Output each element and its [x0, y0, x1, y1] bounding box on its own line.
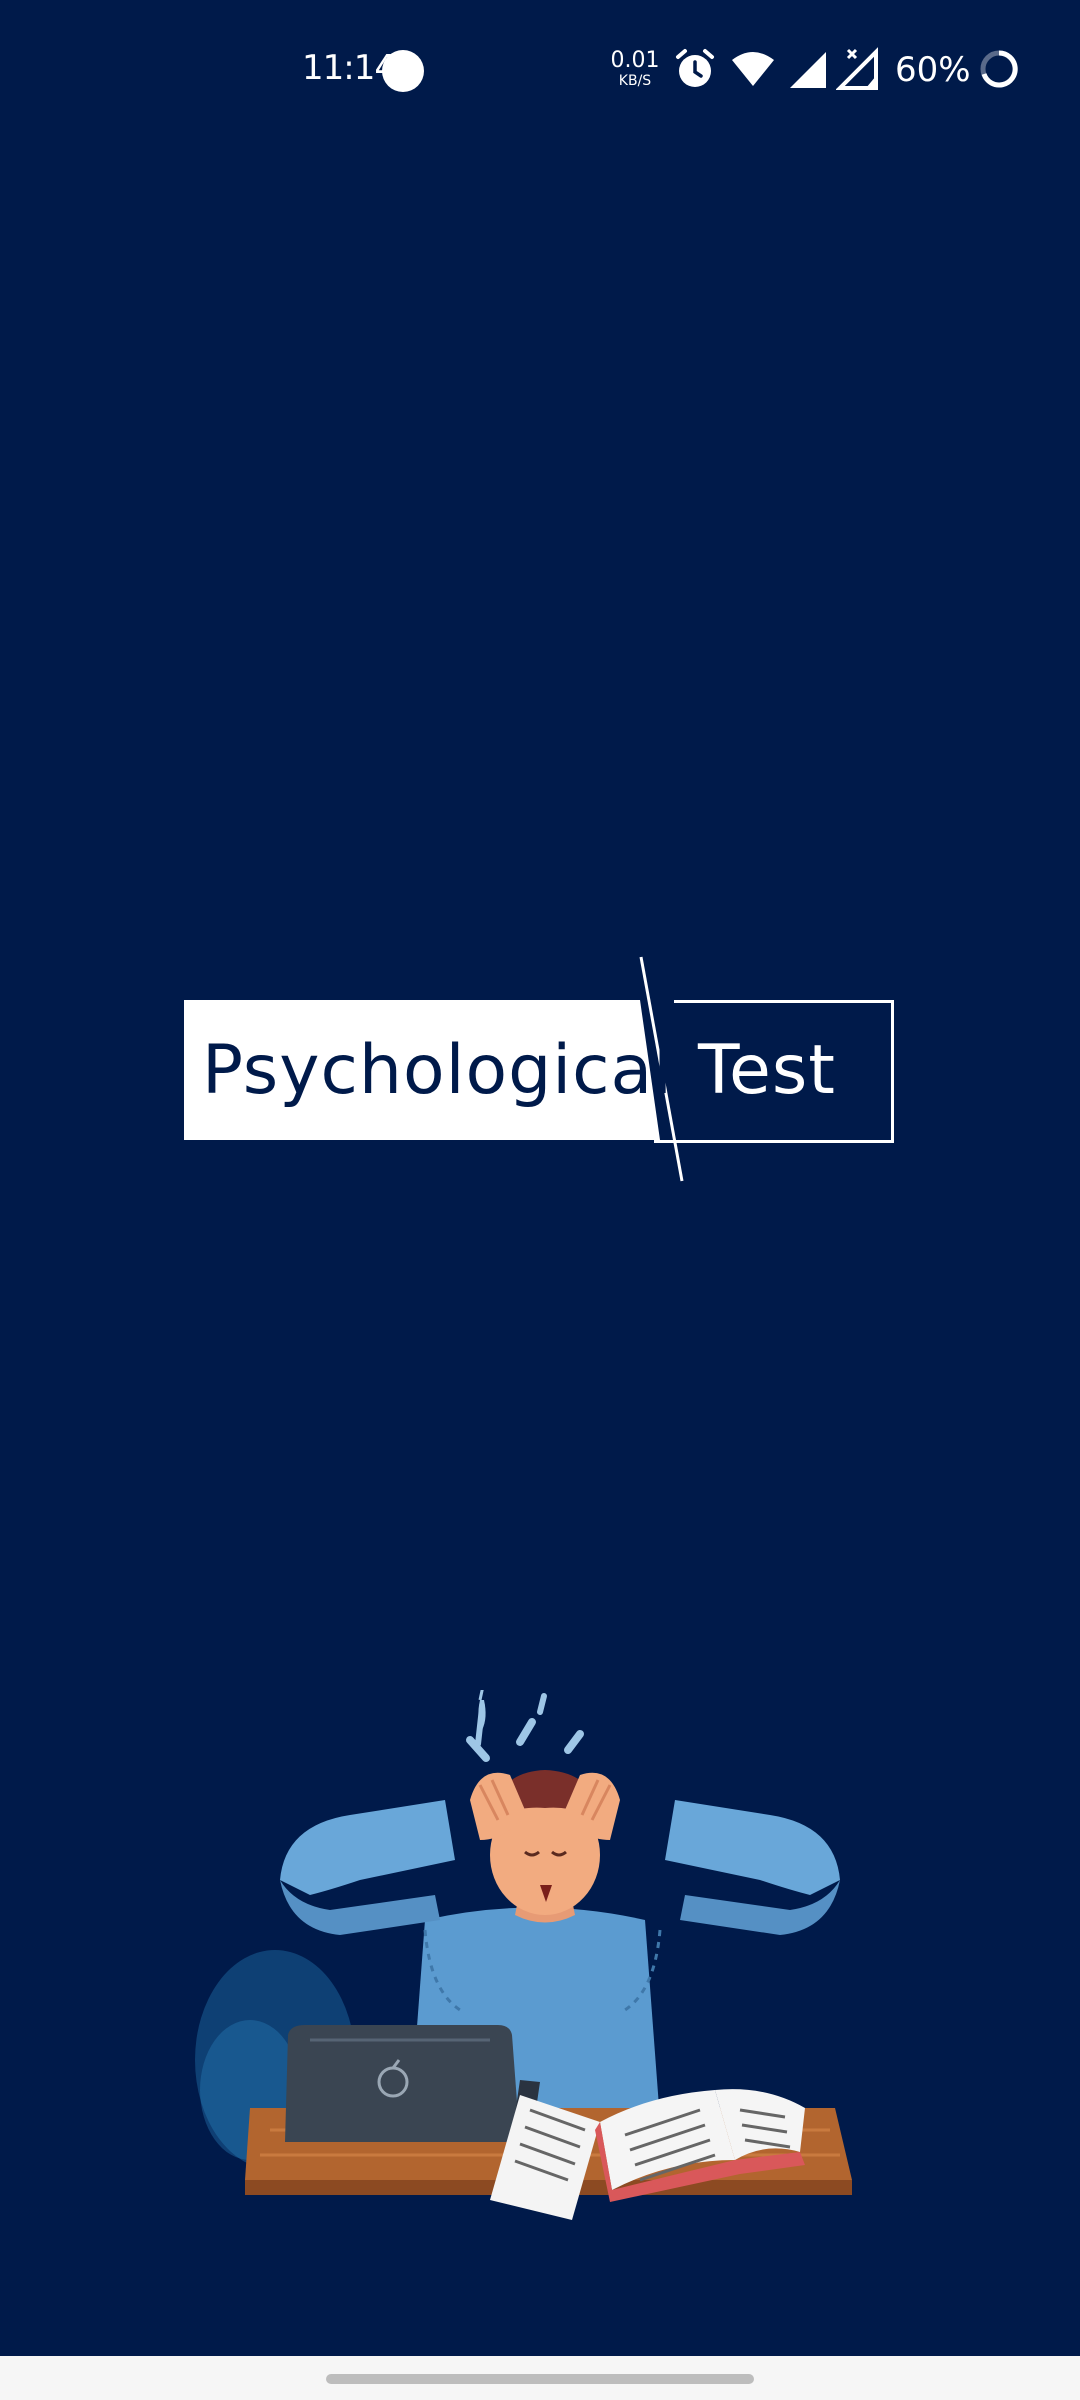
status-time: 11:14: [302, 48, 396, 88]
app-logo: Psychological Test: [184, 955, 894, 1185]
navigation-bar: [0, 2356, 1080, 2400]
network-speed-value: 0.01: [610, 48, 660, 73]
logo-word-psychological: Psychological: [202, 1031, 674, 1110]
stressed-student-illustration: [195, 1690, 852, 2220]
logo-word-test: Test: [698, 1031, 836, 1110]
splash-screen: 11:14 0.01 KB/S 60% Psychological Test: [0, 0, 1080, 2400]
network-speed: 0.01 KB/S: [610, 48, 660, 89]
network-speed-unit: KB/S: [618, 73, 652, 89]
alarm-icon: [676, 49, 714, 87]
home-gesture-handle[interactable]: [326, 2374, 754, 2384]
wifi-icon: [732, 52, 774, 86]
battery-ring-icon: [980, 50, 1018, 88]
status-bar: 11:14 0.01 KB/S 60%: [0, 0, 1080, 140]
battery-percent: 60%: [895, 50, 971, 90]
signal-no-data-icon: [836, 47, 878, 90]
signal-icon: [790, 52, 826, 88]
circle-notification-icon: [382, 50, 424, 92]
